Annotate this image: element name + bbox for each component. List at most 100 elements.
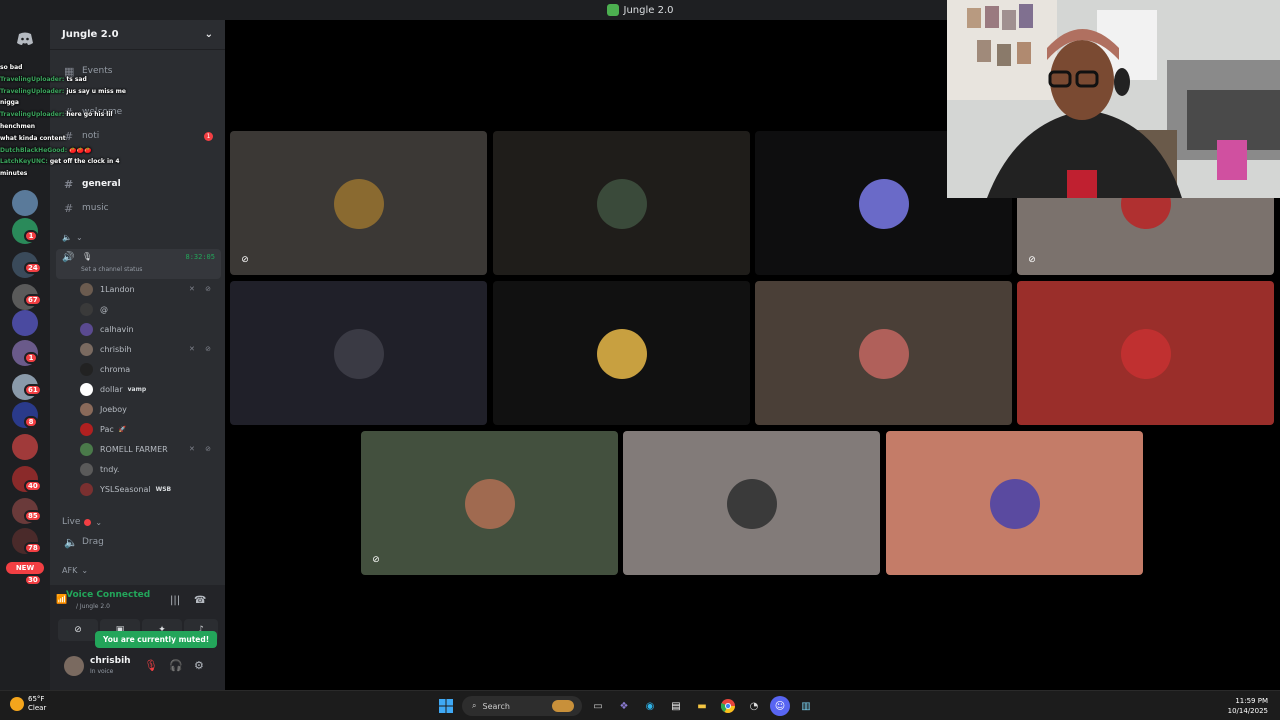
windows-start-icon[interactable] [436,696,456,716]
voice-member[interactable]: chrisbih ✕ ⊘ [80,340,215,358]
avatar [80,402,93,416]
file-explorer-icon[interactable]: ▬ [692,696,712,716]
server-badge: 78 [24,542,42,554]
channel-status-hint[interactable]: Set a channel status [81,266,142,273]
live-category[interactable]: Live ⌄ [62,517,102,527]
notepad-icon[interactable]: ▥ [796,696,816,716]
participant-tile[interactable]: ⊘ [361,431,618,575]
participant-tile[interactable] [755,281,1012,425]
chat-line: nigga [0,97,170,109]
discord-taskbar-icon[interactable]: ☺ [770,696,790,716]
weather-widget[interactable]: 65°F Clear [10,695,46,713]
avatar [80,482,93,496]
avatar [80,282,93,296]
participant-tile[interactable] [1017,281,1274,425]
avatar [80,302,93,316]
participant-tile[interactable] [623,431,880,575]
edge-icon[interactable]: ◉ [640,696,660,716]
task-view-icon[interactable]: ▭ [588,696,608,716]
obs-icon[interactable]: ◔ [744,696,764,716]
voice-member[interactable]: YSLSeasonal WSB [80,480,215,498]
participant-tile[interactable] [886,431,1143,575]
chevron-down-icon: ⌄ [75,233,83,242]
chat-text: get off the clock in 4 [49,158,120,166]
avatar [597,179,647,229]
taskbar-search[interactable]: ⌕ Search [462,696,582,716]
avatar [1121,329,1171,379]
server-badge: 24 [24,262,42,274]
headphones-muted-icon[interactable]: 🎧 [169,659,183,672]
noise-suppression-icon[interactable]: ||| [170,595,180,606]
muted-deafened-icon: ✕ ⊘ [189,285,215,293]
webcam-overlay [947,0,1280,198]
discord-home-icon[interactable] [12,26,38,52]
member-tag: 🚀 [118,425,127,433]
afk-category[interactable]: AFK ⌄ [62,566,88,575]
speaker-icon: 🔈 [64,535,78,549]
active-voice-channel[interactable]: 🔊 🎙 8:32:05 Set a channel status [56,249,221,279]
system-clock[interactable]: 11:59 PM 10/14/2025 [1228,696,1268,716]
avatar [597,329,647,379]
window-title: Jungle 2.0 [623,4,674,16]
server-badge: 30 [24,574,42,586]
avatar [465,479,515,529]
new-badge: NEW [6,562,44,574]
mention-badge: 1 [204,131,213,141]
chrome-icon[interactable] [718,696,738,716]
avatar [859,179,909,229]
participant-tile[interactable]: ⊘ [230,131,487,275]
member-name: tndy. [100,464,120,474]
chat-text: nigga [0,99,19,107]
member-name: YSLSeasonal [100,484,151,494]
member-name: chrisbih [100,344,132,354]
voice-member[interactable]: @ [80,300,215,318]
voice-member[interactable]: Joeboy [80,400,215,418]
user-area: chrisbih In voice 🎙 🎧 ⚙ [50,650,225,690]
taskbar: 65°F Clear ⌕ Search ▭ ❖ ◉ ▤ ▬ ◔ ☺ ▥ 11:5… [0,690,1280,720]
participant-tile[interactable] [230,281,487,425]
voice-category[interactable]: 🔈 ⌄ [62,233,83,242]
voice-member[interactable]: tndy. [80,460,215,478]
voice-member[interactable]: ROMELL FARMER ✕ ⊘ [80,440,215,458]
temperature: 65°F [28,695,45,703]
chevron-down-icon: ⌄ [95,517,103,527]
mic-muted-icon[interactable]: 🎙 [144,659,158,672]
chat-line: TravelingUploader: here go his lil [0,109,170,121]
guild-header[interactable]: Jungle 2.0 ⌄ [50,20,225,50]
member-name: 1Landon [100,284,135,294]
disconnect-icon[interactable]: ☎ [194,595,206,606]
avatar[interactable] [64,656,84,676]
voice-member[interactable]: Pac 🚀 [80,420,215,438]
voice-member[interactable]: chroma [80,360,215,378]
chat-text: minutes [0,170,28,178]
voice-member[interactable]: calhavin [80,320,215,338]
store-icon[interactable]: ▤ [666,696,686,716]
search-icon: ⌕ [472,701,477,710]
server-icon[interactable] [12,434,38,460]
voice-member[interactable]: dollar vamp [80,380,215,398]
server-icon[interactable] [12,190,38,216]
channel-drag[interactable]: 🔈 Drag [50,533,225,551]
camera-button[interactable]: ⊘ [58,619,98,641]
participant-tile[interactable] [493,281,750,425]
participant-tile[interactable] [493,131,750,275]
voice-member[interactable]: 1Landon ✕ ⊘ [80,280,215,298]
member-name: Joeboy [100,404,127,414]
clock-date: 10/14/2025 [1227,707,1268,715]
webcam-image [947,0,1280,198]
channel-music[interactable]: # music [50,199,225,217]
chat-text: henchmen [0,122,36,130]
chat-line: TravelingUploader: ts sad [0,74,170,86]
mic-icon: 🎙 [82,252,93,261]
server-badge: 61 [24,384,42,396]
avatar [334,179,384,229]
voice-channel-path: / Jungle 2.0 [76,603,110,610]
server-icon[interactable] [12,310,38,336]
avatar [80,382,93,396]
avatar [727,479,777,529]
camera-off-icon: ⊘ [74,625,82,635]
clock-time: 11:59 PM [1235,697,1268,705]
gear-icon[interactable]: ⚙ [194,659,204,672]
copilot-icon[interactable]: ❖ [614,696,634,716]
voice-connected-label[interactable]: Voice Connected [66,590,150,600]
